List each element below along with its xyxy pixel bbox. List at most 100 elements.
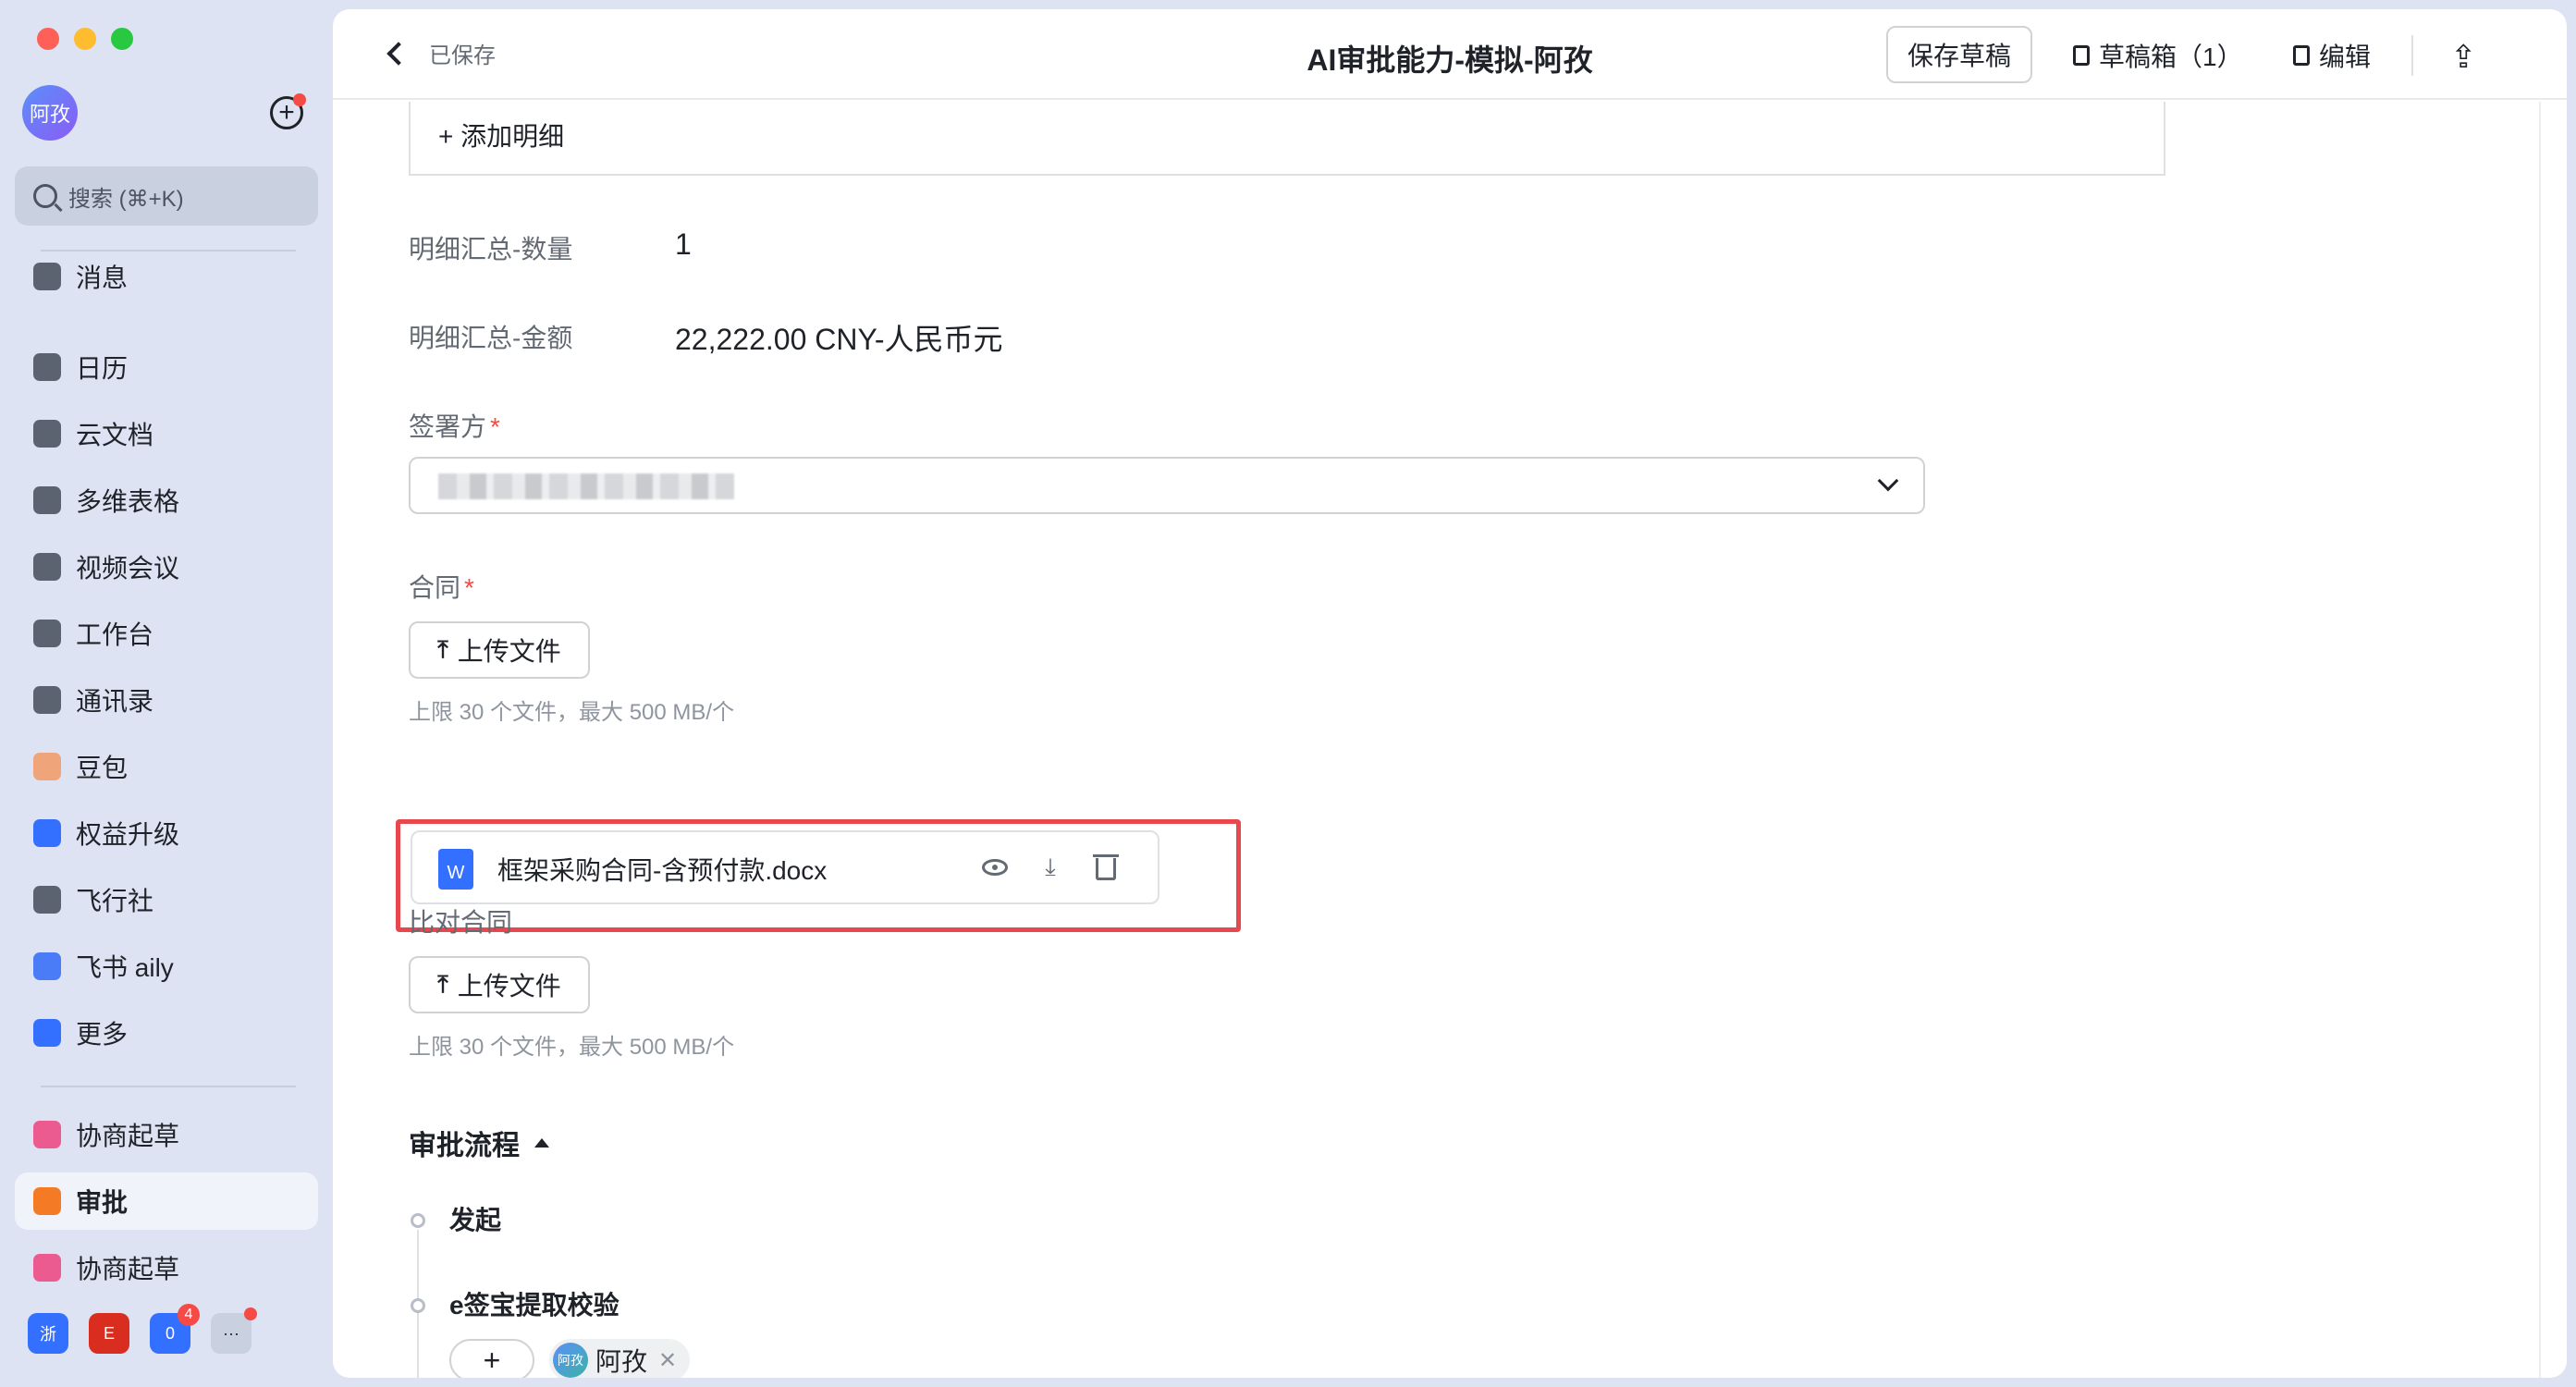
unread-badge: 4 — [178, 1304, 200, 1326]
chevron-left-icon — [386, 41, 411, 66]
top-bar: 已保存 AI审批能力-模拟-阿孜 保存草稿 草稿箱（1） 编辑 ⇪ — [333, 9, 2567, 100]
qty-summary-value: 1 — [675, 227, 692, 261]
share-icon[interactable]: ⇪ — [2450, 39, 2477, 76]
bottom-dock: 浙 E 0 4 ··· — [28, 1304, 257, 1354]
signer-select[interactable] — [409, 457, 1925, 514]
chevron-down-icon — [1877, 470, 1899, 492]
sidebar-item-14[interactable]: 协商起草 — [15, 1239, 318, 1296]
remove-approver-icon[interactable]: ✕ — [658, 1347, 677, 1374]
sidebar-item-1[interactable]: 日历 — [15, 338, 318, 396]
more-apps-icon — [33, 1019, 61, 1047]
zhe-app-icon[interactable]: 浙 — [28, 1313, 68, 1354]
sidebar-item-label: 消息 — [76, 264, 129, 292]
contract-label: 合同 * — [409, 568, 474, 605]
add-detail-button[interactable]: + 添加明细 — [438, 117, 564, 153]
sidebar-item-label: 云文档 — [76, 421, 154, 449]
sidebar-item-13[interactable]: 审批 — [15, 1172, 318, 1230]
workplace-icon — [33, 620, 61, 647]
sidebar-item-label: 多维表格 — [76, 487, 180, 516]
approver-chip[interactable]: 阿孜 阿孜 ✕ — [549, 1339, 691, 1378]
sidebar-item-10[interactable]: 飞书 aily — [15, 938, 318, 995]
sidebar-item-label: 豆包 — [76, 754, 129, 782]
sidebar-item-3[interactable]: 多维表格 — [15, 472, 318, 529]
redacted-value — [438, 473, 734, 499]
contract-upload-button[interactable]: ⤒ 上传文件 — [409, 621, 590, 679]
sidebar-item-8[interactable]: 权益升级 — [15, 804, 318, 862]
scrollbar[interactable] — [2539, 102, 2567, 1378]
contract-upload-hint: 上限 30 个文件，最大 500 MB/个 — [409, 700, 735, 725]
base-table-icon — [33, 486, 61, 514]
approver-name: 阿孜 — [595, 1347, 648, 1376]
flow-step-initiate: 发起 — [449, 1206, 502, 1234]
download-icon: ⤓ — [1045, 853, 1056, 880]
flow-step-esign-check: e签宝提取校验 — [449, 1291, 619, 1319]
sidebar-item-label: 协商起草 — [76, 1122, 180, 1150]
toolbar-divider — [2411, 35, 2413, 76]
amount-summary-value: 22,222.00 CNY-人民币元 — [675, 323, 1003, 356]
sidebar-item-label: 飞书 aily — [76, 953, 174, 982]
sidebar-item-11[interactable]: 更多 — [15, 1004, 318, 1062]
signer-label-text: 签署方 — [409, 412, 487, 441]
drafts-button[interactable]: 草稿箱（1） — [2073, 37, 2243, 74]
sidebar-item-label: 工作台 — [76, 620, 154, 649]
qty-summary-label: 明细汇总-数量 — [409, 235, 573, 264]
more-icon[interactable]: ··· — [211, 1307, 257, 1354]
sidebar-item-9[interactable]: 飞行社 — [15, 871, 318, 928]
sidebar-item-7[interactable]: 豆包 — [15, 738, 318, 795]
sidebar-item-0[interactable]: 消息 — [15, 248, 318, 305]
delete-button[interactable] — [1089, 851, 1122, 884]
sidebar-item-label: 协商起草 — [76, 1255, 180, 1283]
drafts-label: 草稿箱（1） — [2099, 43, 2243, 71]
sidebar-item-label: 通讯录 — [76, 687, 154, 716]
upload-icon: ⤒ — [437, 970, 448, 998]
sidebar-item-6[interactable]: 通讯录 — [15, 671, 318, 729]
edit-doc-icon — [2293, 45, 2310, 66]
save-draft-button[interactable]: 保存草稿 — [1886, 26, 2032, 83]
sidebar-divider — [41, 1086, 296, 1087]
search-placeholder: 搜索 (⌘+K) — [68, 186, 184, 212]
signer-label: 签署方 * — [409, 407, 500, 444]
sidebar-item-4[interactable]: 视频会议 — [15, 538, 318, 595]
detail-table-bottom — [409, 102, 2165, 176]
sidebar: 阿孜 + 搜索 (⌘+K) 消息日历云文档多维表格视频会议工作台通讯录豆包权益升… — [0, 0, 333, 1387]
create-plus-icon[interactable]: + — [270, 93, 306, 129]
notification-dot — [293, 93, 306, 106]
sidebar-item-12[interactable]: 协商起草 — [15, 1106, 318, 1163]
preview-button[interactable] — [978, 851, 1012, 884]
dock-app-glyph: 0 — [165, 1323, 175, 1343]
approver-avatar: 阿孜 — [553, 1343, 588, 1378]
back-button[interactable]: 已保存 — [385, 37, 496, 69]
search-input[interactable]: 搜索 (⌘+K) — [15, 166, 318, 226]
upload-label: 上传文件 — [457, 972, 561, 1000]
download-button[interactable]: ⤓ — [1034, 851, 1067, 884]
e-app-icon[interactable]: E — [89, 1313, 129, 1354]
main-panel: 已保存 AI审批能力-模拟-阿孜 保存草稿 草稿箱（1） 编辑 ⇪ + 添加明细… — [333, 9, 2567, 1378]
sidebar-item-5[interactable]: 工作台 — [15, 605, 318, 662]
sidebar-item-label: 审批 — [76, 1188, 129, 1217]
zero-app-icon[interactable]: 04 — [150, 1304, 200, 1354]
flow-node-dot — [411, 1298, 425, 1313]
notification-dot — [244, 1307, 257, 1320]
word-file-icon: W — [438, 849, 473, 890]
doubao-icon — [33, 753, 61, 780]
sidebar-item-2[interactable]: 云文档 — [15, 405, 318, 462]
sidebar-item-label: 更多 — [76, 1020, 129, 1049]
required-mark: * — [490, 412, 500, 441]
edit-button[interactable]: 编辑 — [2293, 37, 2371, 74]
calendar-icon — [33, 353, 61, 381]
attached-file-card[interactable]: W 框架采购合同-含预付款.docx ⤓ — [411, 830, 1159, 904]
sidebar-item-label: 日历 — [76, 354, 129, 383]
required-mark: * — [464, 573, 474, 602]
compare-upload-button[interactable]: ⤒ 上传文件 — [409, 956, 590, 1013]
avatar[interactable]: 阿孜 — [22, 85, 78, 141]
sidebar-divider — [41, 250, 296, 252]
approval-flow-toggle[interactable]: 审批流程 — [409, 1123, 549, 1163]
diamond-icon — [33, 819, 61, 847]
upload-label: 上传文件 — [457, 637, 561, 666]
upload-icon: ⤒ — [437, 635, 448, 663]
add-approver-button[interactable]: + — [449, 1339, 534, 1378]
contacts-icon — [33, 686, 61, 714]
cloud-doc-icon — [33, 420, 61, 448]
document-icon — [2073, 45, 2090, 66]
search-icon — [33, 184, 57, 208]
